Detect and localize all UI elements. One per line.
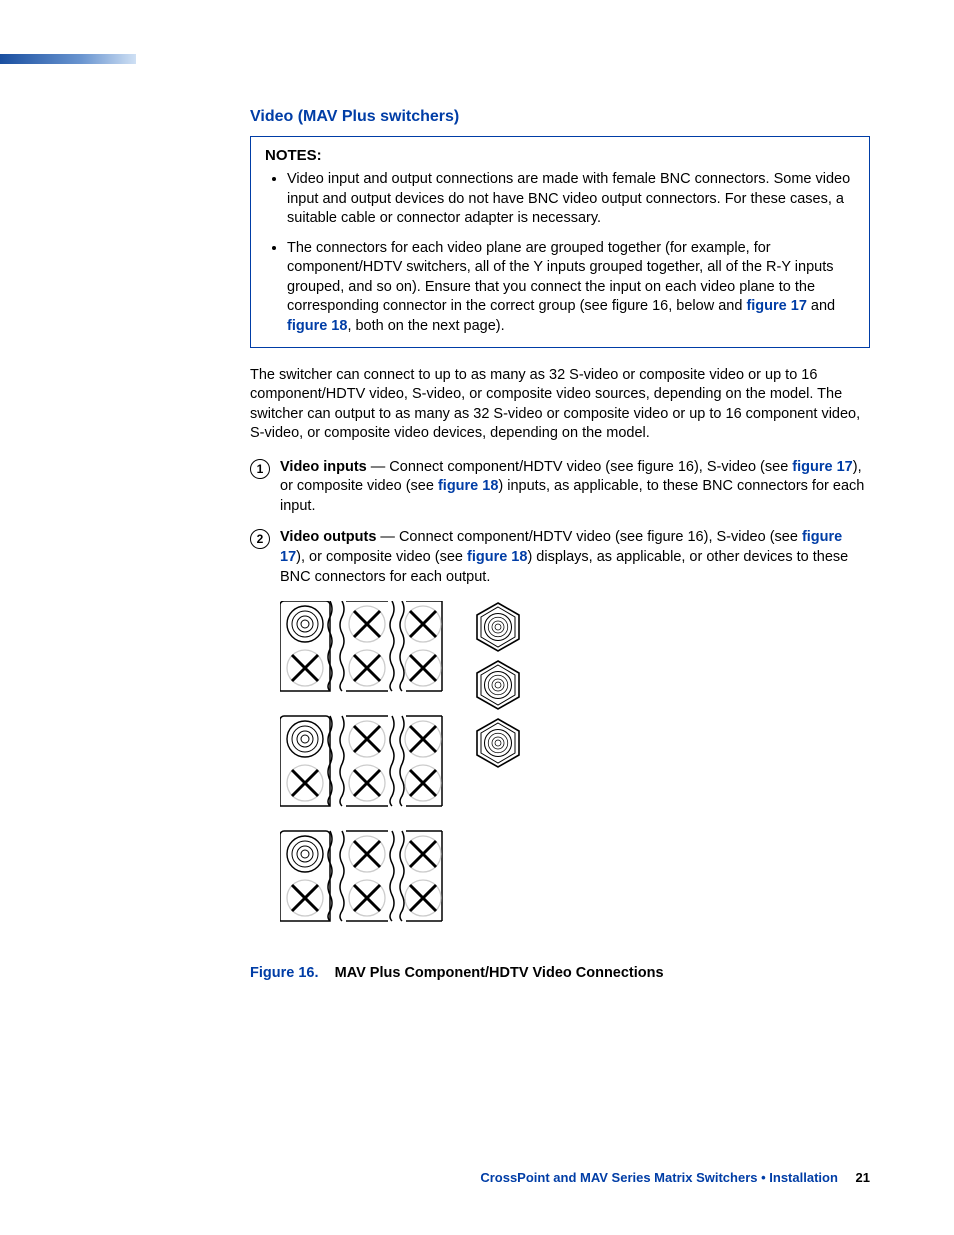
footer-page-number: 21 <box>856 1170 870 1185</box>
callout-item-1: 1 Video inputs — Connect component/HDTV … <box>250 458 870 517</box>
callout-number-icon: 2 <box>250 529 270 549</box>
page-content: Video (MAV Plus switchers) NOTES: Video … <box>250 108 870 981</box>
note-text: and <box>807 298 835 314</box>
notes-item: Video input and output connections are m… <box>287 170 855 229</box>
link-figure-17[interactable]: figure 17 <box>792 459 852 475</box>
callout-body: — Connect component/HDTV video (see figu… <box>367 459 793 475</box>
link-figure-17[interactable]: figure 17 <box>746 298 806 314</box>
footer-doc-title: CrossPoint and MAV Series Matrix Switche… <box>480 1170 838 1185</box>
connector-diagram-svg <box>280 601 540 941</box>
callout-text: Video inputs — Connect component/HDTV vi… <box>280 458 870 517</box>
figure-title: MAV Plus Component/HDTV Video Connection… <box>335 965 664 981</box>
body-paragraph: The switcher can connect to up to as man… <box>250 366 870 444</box>
notes-item: The connectors for each video plane are … <box>287 239 855 337</box>
callout-item-2: 2 Video outputs — Connect component/HDTV… <box>250 528 870 587</box>
callout-number-icon: 1 <box>250 459 270 479</box>
notes-box: NOTES: Video input and output connection… <box>250 136 870 348</box>
figure-caption: Figure 16. MAV Plus Component/HDTV Video… <box>250 965 870 981</box>
section-heading: Video (MAV Plus switchers) <box>250 108 870 126</box>
notes-title: NOTES: <box>265 147 855 164</box>
note-text: , both on the next page). <box>347 318 504 334</box>
callout-body: ), or composite video (see <box>296 549 467 565</box>
page-footer: CrossPoint and MAV Series Matrix Switche… <box>480 1170 870 1185</box>
callout-title: Video inputs <box>280 459 367 475</box>
link-figure-18[interactable]: figure 18 <box>467 549 527 565</box>
figure-16-diagram <box>280 601 540 941</box>
header-accent-band <box>0 54 136 64</box>
link-figure-18[interactable]: figure 18 <box>287 318 347 334</box>
callout-title: Video outputs <box>280 529 376 545</box>
notes-list: Video input and output connections are m… <box>287 170 855 337</box>
figure-number: Figure 16. <box>250 965 319 981</box>
callout-text: Video outputs — Connect component/HDTV v… <box>280 528 870 587</box>
link-figure-18[interactable]: figure 18 <box>438 478 498 494</box>
callout-body: — Connect component/HDTV video (see figu… <box>376 529 802 545</box>
